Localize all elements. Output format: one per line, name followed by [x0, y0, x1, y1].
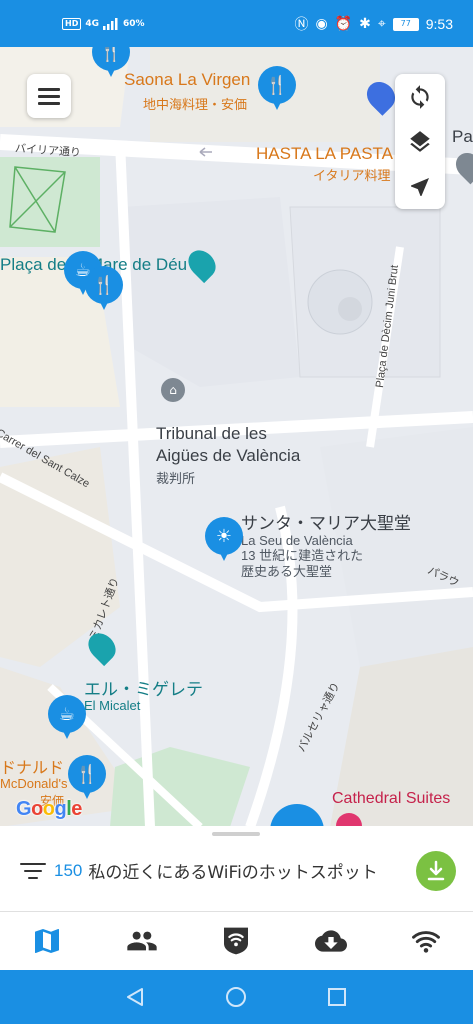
menu-line: [38, 87, 60, 91]
wifi-icon: [411, 931, 440, 953]
restaurant-pin[interactable]: 🍴: [258, 66, 296, 112]
system-nav-bar: [0, 970, 473, 1024]
tab-wifi[interactable]: [378, 912, 473, 970]
map-tools-panel: [395, 74, 445, 209]
bottom-tab-bar: [0, 912, 473, 970]
filter-icon[interactable]: [20, 860, 48, 882]
people-icon: [127, 931, 157, 951]
nfc-icon: Ⓝ: [294, 17, 309, 33]
status-left: HD 4G 60%: [62, 18, 145, 30]
sheet-handle[interactable]: [212, 832, 260, 836]
poi-mcdonalds-sub: McDonald's: [0, 776, 68, 791]
refresh-icon: [411, 84, 429, 109]
alarm-icon: ⏰: [334, 16, 353, 32]
signal-icon: [103, 18, 118, 30]
poi-hasta-sub: イタリア料理: [313, 168, 391, 183]
eye-icon: ◉: [315, 16, 328, 32]
hotspot-count: 150: [54, 860, 83, 880]
tab-download[interactable]: [284, 912, 379, 970]
navigation-icon: [411, 177, 429, 196]
menu-button[interactable]: [27, 74, 71, 118]
shield-wifi-icon: [224, 927, 249, 955]
poi-micalet-name[interactable]: エル・ミゲレテ: [84, 675, 203, 700]
status-bar: HD 4G 60% Ⓝ ◉ ⏰ ✱ ⌖ 77 9:53: [0, 0, 473, 47]
layers-icon: [410, 130, 430, 152]
recents-icon[interactable]: [326, 986, 348, 1008]
poi-tribunal-name[interactable]: Tribunal de les Aigües de València: [156, 423, 316, 467]
tab-vpn[interactable]: [189, 912, 284, 970]
poi-cathedral-sub: La Seu de València: [241, 533, 353, 548]
battery-icon: 77: [392, 17, 419, 31]
back-icon[interactable]: [124, 986, 146, 1008]
menu-line: [38, 101, 60, 105]
cloud-download-icon: [315, 930, 348, 952]
home-icon[interactable]: [225, 986, 247, 1008]
poi-saona-sub: 地中海料理・安価: [143, 97, 248, 112]
network-indicator: 4G: [85, 19, 99, 29]
poi-mcdonalds-name[interactable]: ドナルド: [0, 754, 64, 778]
tab-people[interactable]: [95, 912, 190, 970]
tab-map[interactable]: [0, 912, 95, 970]
poi-cathedral-suites[interactable]: Cathedral Suites: [332, 790, 450, 808]
google-attribution: Google: [16, 798, 82, 820]
menu-line: [38, 94, 60, 98]
download-button[interactable]: [416, 851, 456, 891]
hotspot-sheet[interactable]: 150 私の近くにあるWiFiのホットスポット: [0, 826, 473, 912]
poi-micalet-sub: El Micalet: [84, 698, 141, 713]
poi-tribunal-sub: 裁判所: [156, 471, 196, 486]
map-icon: [35, 929, 60, 953]
status-right: Ⓝ ◉ ⏰ ✱ ⌖ 77 9:53: [294, 14, 453, 34]
location-icon: ⌖: [377, 16, 386, 32]
hotspot-summary[interactable]: 150 私の近くにあるWiFiのホットスポット: [20, 858, 378, 883]
hotspot-label: 私の近くにあるWiFiのホットスポット: [88, 863, 378, 883]
refresh-button[interactable]: [395, 74, 445, 119]
poi-hasta-name[interactable]: HASTA LA PASTA: [256, 144, 393, 164]
restaurant-pin[interactable]: 🍴: [68, 755, 106, 801]
restaurant-pin[interactable]: 🍴: [92, 47, 130, 79]
locate-button[interactable]: [395, 164, 445, 209]
signal-label: 60%: [123, 19, 145, 29]
clock: 9:53: [425, 16, 453, 32]
poi-cathedral-desc: 13 世紀に建造された歴史ある大聖堂: [241, 548, 364, 579]
cafe-pin[interactable]: ☕: [48, 695, 86, 741]
layers-button[interactable]: [395, 119, 445, 164]
hd-indicator: HD: [62, 18, 82, 30]
download-icon: [427, 860, 445, 881]
poi-saona-name[interactable]: Saona La Virgen: [124, 70, 250, 90]
poi-pa[interactable]: Pa: [452, 127, 473, 147]
bluetooth-icon: ✱: [359, 16, 371, 32]
poi-cathedral-name[interactable]: サンタ・マリア大聖堂: [241, 509, 411, 534]
museum-marker-icon[interactable]: ⌂: [161, 378, 185, 402]
attraction-pin[interactable]: ☀: [205, 517, 243, 563]
restaurant-pin[interactable]: 🍴: [85, 266, 123, 312]
